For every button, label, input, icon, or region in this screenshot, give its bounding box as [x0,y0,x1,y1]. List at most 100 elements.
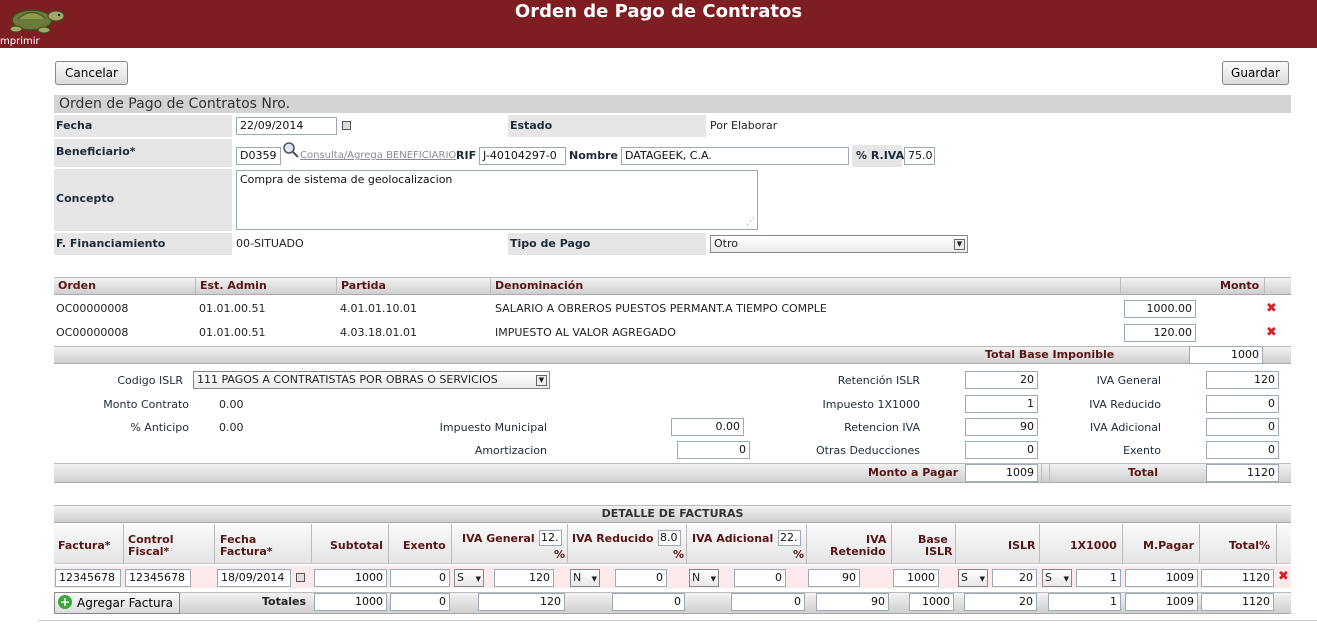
delete-icon[interactable]: ✖ [1278,569,1289,584]
column-divider [567,524,568,564]
iva-adicional-input[interactable]: 0 [1206,418,1279,436]
otras-deducciones-label: Otras Deducciones [815,444,920,457]
total-iva-adicional-input[interactable]: 0 [731,593,805,611]
monto-input[interactable]: 120.00 [1124,324,1196,342]
chevron-down-icon: ▼ [475,575,481,583]
monto-pagar-input[interactable]: 1009 [965,464,1038,482]
iva-reducido-flag-select[interactable]: N ▼ [570,569,600,587]
iva-general-input[interactable]: 120 [1206,371,1279,389]
iva-adicional-flag-select[interactable]: N ▼ [689,569,719,587]
agregar-factura-button[interactable]: + Agregar Factura [54,592,180,614]
anticipo-label: % Anticipo [130,421,189,434]
divider [38,620,1317,621]
beneficiario-label: Beneficiario* [56,145,136,158]
column-divider [1120,277,1121,295]
total-total-input[interactable]: 1120 [1201,593,1274,611]
codigo-islr-select[interactable]: 111 PAGOS A CONTRATISTAS POR OBRAS O SER… [193,371,550,389]
resize-grip-icon[interactable]: ⋰ [746,217,755,227]
save-button[interactable]: Guardar [1222,61,1289,85]
riva-label: % R.IVA [856,149,905,162]
retencion-islr-input[interactable]: 20 [965,371,1038,389]
flag-value: N [692,571,701,584]
total-subtotal-input[interactable]: 1000 [314,593,387,611]
plus-circle-icon: + [58,595,72,609]
rif-input[interactable]: J-40104297-0 [479,147,566,165]
column-divider [195,277,196,295]
column-divider [311,524,312,564]
impuesto-1x1000-input[interactable]: 1 [965,395,1038,413]
iva-adicional-input[interactable]: 0 [734,569,786,587]
print-link[interactable]: mprimir [0,36,40,48]
total-base-islr-input[interactable]: 1000 [909,593,954,611]
beneficiario-code-input[interactable]: D0359 [236,147,281,165]
otras-deducciones-input[interactable]: 0 [965,441,1038,459]
total-x1000-input[interactable]: 1 [1048,593,1121,611]
monto-input[interactable]: 1000.00 [1124,300,1196,318]
magnifier-icon[interactable] [282,141,300,159]
col-mpagar: M.Pagar [1143,539,1195,552]
control-fiscal-input[interactable]: 12345678 [125,569,191,587]
total-base-input[interactable]: 1000 [1189,346,1263,364]
exento-input[interactable]: 0 [390,569,450,587]
column-divider [686,524,687,564]
pct-sign: % [554,548,566,561]
chevron-down-icon: ▼ [1063,575,1069,583]
cancel-button[interactable]: Cancelar [55,61,128,85]
retencion-iva-input[interactable]: 90 [965,418,1038,436]
iva-reducido-input[interactable]: 0 [1206,395,1279,413]
x1000-input[interactable]: 1 [1076,569,1121,587]
delete-icon[interactable]: ✖ [1266,325,1277,340]
rif-label: RIF [456,149,477,162]
calendar-icon[interactable] [342,121,351,130]
col-control-fiscal: Fiscal* [128,545,170,558]
islr-input[interactable]: 20 [992,569,1037,587]
col-iva-reducido: IVA Reducido [572,532,654,545]
col-total-pct: Total% [1229,539,1271,552]
consulta-beneficiario-link[interactable]: Consulta/Agrega BENEFICIARIO [300,150,456,161]
iva-general-pct-input[interactable]: 12. [539,530,562,546]
col-iva-general: IVA General [462,532,535,545]
total-pct-input[interactable]: 1120 [1201,569,1274,587]
total-iva-retenido-input[interactable]: 90 [816,593,889,611]
base-islr-input[interactable]: 1000 [893,569,939,587]
total-mpagar-input[interactable]: 1009 [1125,593,1198,611]
mpagar-input[interactable]: 1009 [1125,569,1198,587]
col-est-admin: Est. Admin [200,279,267,292]
calendar-icon[interactable] [296,573,305,582]
concepto-textarea[interactable]: Compra de sistema de geolocalizacion [236,170,758,230]
x1000-flag-select[interactable]: S ▼ [1042,569,1072,587]
islr-flag-select[interactable]: S ▼ [958,569,988,587]
iva-reducido-pct-input[interactable]: 8.0 [658,530,681,546]
delete-icon[interactable]: ✖ [1266,301,1277,316]
iva-retenido-input[interactable]: 90 [808,569,860,587]
column-divider [490,277,491,295]
nombre-input[interactable]: DATAGEEK, C.A. [621,147,849,165]
flag-value: S [457,571,464,584]
iva-general-input[interactable]: 120 [494,569,554,587]
total-input[interactable]: 1120 [1206,464,1279,482]
retencion-iva-label: Retencion IVA [844,421,920,434]
subtotal-input[interactable]: 1000 [314,569,387,587]
impuesto-municipal-input[interactable]: 0.00 [671,418,744,436]
col-factura: Factura* [58,539,111,552]
amortizacion-input[interactable]: 0 [677,441,750,459]
retencion-islr-label: Retención ISLR [837,374,920,387]
total-iva-general-input[interactable]: 120 [478,593,565,611]
total-exento-input[interactable]: 0 [390,593,450,611]
factura-input[interactable]: 12345678 [55,569,121,587]
col-fecha-factura: Factura* [220,545,273,558]
riva-input[interactable]: 75.0 [904,147,935,165]
fecha-factura-input[interactable]: 18/09/2014 [217,569,291,587]
iva-general-flag-select[interactable]: S ▼ [454,569,484,587]
tipo-pago-select[interactable]: Otro ▼ [710,235,968,253]
denominacion-cell: IMPUESTO AL VALOR AGREGADO [495,326,676,339]
est-admin-cell: 01.01.00.51 [199,326,266,339]
iva-reducido-input[interactable]: 0 [615,569,667,587]
total-iva-reducido-input[interactable]: 0 [612,593,685,611]
fecha-input[interactable]: 22/09/2014 [236,117,337,135]
column-divider [891,524,892,564]
codigo-islr-label: Codigo ISLR [117,374,183,387]
exento-input[interactable]: 0 [1206,441,1279,459]
iva-adicional-pct-input[interactable]: 22. [778,530,801,546]
total-islr-input[interactable]: 20 [964,593,1037,611]
